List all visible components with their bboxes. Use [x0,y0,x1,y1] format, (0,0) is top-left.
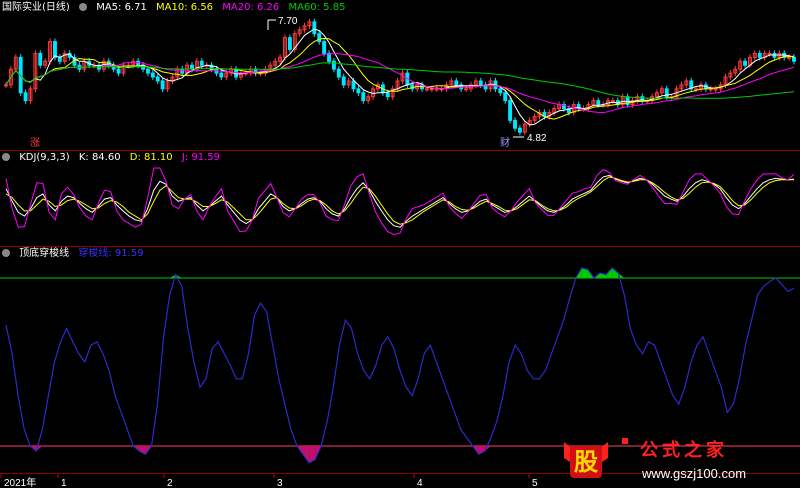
kdj-j-label: J: 91.59 [181,152,220,163]
ma10-label: MA10: 6.56 [156,2,214,13]
panel3-header: 顶底穿梭线 穿梭线: 91.59 [2,248,150,260]
candle-body [385,92,390,98]
candle-body [57,56,62,62]
x-tick-label: 3 [277,478,283,488]
candle-body [498,88,503,94]
x-tick-label: 4 [417,478,423,488]
shuttle-line [5,267,795,464]
logo-text: 公式之家 [640,439,728,461]
x-tick-label: 2 [167,478,173,488]
panel1-header: 国际实业(日线) MA5: 6.71 MA10: 6.56 MA20: 6.26… [2,2,351,14]
candle-body [38,52,43,66]
logo-url: www.gszj100.com [641,466,746,481]
candle-body [150,72,155,78]
panel1-title: 国际实业(日线) [2,2,70,13]
x-tick-label: 5 [532,478,538,488]
kdj-title: KDJ(9,3,3) [19,152,70,163]
x-tick-label: 1 [61,478,67,488]
candle-body [503,92,508,102]
high-marker: 7.70 [267,16,298,30]
candle-body [424,88,429,91]
candle-body [322,41,327,54]
candle-body [160,80,165,90]
candle-body [743,60,748,66]
x-tick-label: 2021年 [4,476,36,488]
shuttle-value-label: 穿梭线: 91.59 [78,248,144,259]
ma20-label: MA20: 6.26 [222,2,280,13]
candle-body [219,72,224,78]
gszj-watermark-logo: 股 公式之家 www.gszj100.com [564,438,746,481]
candle-body [23,92,28,102]
ma10-line [5,37,795,120]
panel2-header: KDJ(9,3,3) K: 84.60 D: 81.10 J: 91.59 [2,152,226,164]
candle-body [792,56,796,62]
candle-body [361,92,366,102]
candle-body [4,84,8,87]
candle-body [199,60,204,66]
candle-body [317,33,322,43]
settings-dot-icon[interactable] [79,3,87,11]
settings-dot-icon[interactable] [2,249,10,257]
candlestick-plot [4,18,796,136]
candle-body [464,88,469,91]
high-price-label: 7.70 [278,16,298,27]
candle-body [312,21,317,35]
candle-body [787,56,792,59]
badge-cai: 财 [500,136,510,149]
low-price-label: 4.82 [527,133,547,144]
ma20-line [5,53,795,114]
settings-dot-icon[interactable] [2,153,10,161]
ma5-line [5,28,795,126]
candle-body [757,52,762,58]
candle-body [341,76,346,86]
candle-body [52,41,57,58]
shuttle-line-plot [0,267,800,464]
kdj-plot [5,167,795,236]
kdj-d-label: D: 81.10 [129,152,173,163]
candle-body [116,68,121,74]
candle-body [513,119,517,129]
kdj-k-line [5,174,795,228]
candle-body [767,52,772,55]
moving-average-lines [5,28,795,126]
candle-body [713,88,718,91]
oversold-fill [303,446,310,463]
candle-body [596,100,601,106]
kdj-k-label: K: 84.60 [78,152,121,163]
candle-body [287,37,292,50]
candle-body [517,127,522,133]
low-marker: 4.82 [513,133,547,144]
candle-body [508,100,513,121]
ma60-label: MA60: 5.85 [288,2,346,13]
candle-body [155,76,160,82]
candle-body [429,88,434,91]
candle-body [434,88,439,91]
candle-body [336,68,341,78]
candle-body [356,88,361,94]
badge-zhang: 涨 [30,137,40,149]
candle-body [351,80,356,90]
candle-body [145,68,150,74]
logo-glyph: 股 [574,448,598,476]
x-axis: 2021年 1 2 3 4 5 [0,474,538,488]
candle-body [136,60,141,66]
shuttle-title: 顶底穿梭线 [19,248,70,259]
stock-chart: 2021年 1 2 3 4 5 7.70 4.82 涨 财 [0,16,800,488]
candle-body [478,80,483,86]
candle-body [454,80,459,86]
candle-body [331,60,336,70]
candle-body [610,100,615,103]
ma5-label: MA5: 6.71 [96,2,147,13]
